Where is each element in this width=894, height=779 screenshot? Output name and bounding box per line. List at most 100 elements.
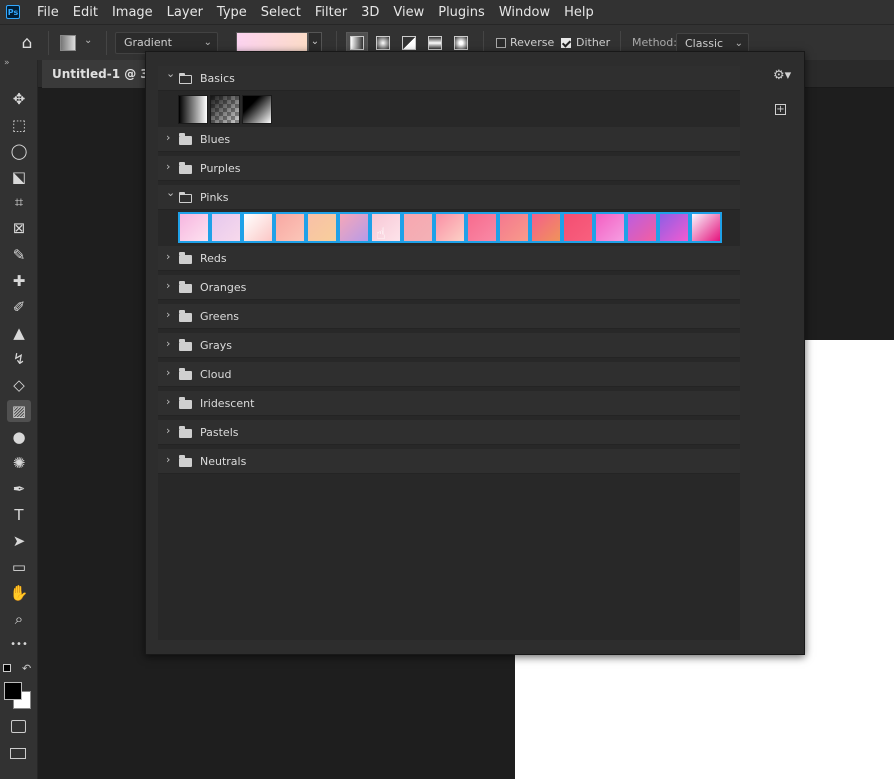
gradient-group-label: Reds — [200, 252, 227, 265]
folder-icon — [179, 426, 192, 438]
gradient-group-cloud[interactable]: › Cloud — [158, 362, 740, 387]
folder-icon — [179, 252, 192, 264]
crop-tool[interactable]: ⌗ — [7, 191, 31, 213]
quick-mask-icon[interactable] — [11, 720, 26, 733]
gradient-swatch[interactable] — [210, 212, 242, 243]
gradient-swatch[interactable] — [242, 212, 274, 243]
gradient-group-pastels[interactable]: › Pastels — [158, 420, 740, 445]
gradient-group-iridescent[interactable]: › Iridescent — [158, 391, 740, 416]
gradient-swatch[interactable] — [242, 95, 272, 124]
gradient-swatch[interactable] — [402, 212, 434, 243]
lasso-tool[interactable]: ◯ — [7, 140, 31, 162]
type-tool[interactable]: T — [7, 504, 31, 526]
screen-mode-icon[interactable] — [10, 748, 26, 759]
folder-icon — [179, 133, 192, 145]
menu-plugins[interactable]: Plugins — [431, 5, 492, 20]
gradient-group-neutrals[interactable]: › Neutrals — [158, 449, 740, 474]
gradient-swatch[interactable] — [178, 212, 210, 243]
chevron-right-icon[interactable]: › — [166, 250, 170, 263]
reverse-checkbox[interactable] — [496, 38, 506, 48]
pen-tool[interactable]: ✒ — [7, 478, 31, 500]
chevron-right-icon[interactable]: › — [166, 424, 170, 437]
gradient-swatch[interactable] — [594, 212, 626, 243]
gradient-group-blues[interactable]: › Blues — [158, 127, 740, 152]
chevron-down-icon[interactable]: ⌄ — [166, 186, 175, 199]
default-colors-icon[interactable] — [3, 664, 11, 672]
menu-items: File Edit Image Layer Type Select Filter 3D View… — [30, 5, 601, 20]
menu-image[interactable]: Image — [105, 5, 160, 20]
gradient-swatch[interactable] — [210, 95, 240, 124]
history-brush-tool[interactable]: ↯ — [7, 348, 31, 370]
dither-checkbox[interactable] — [561, 38, 571, 48]
gradient-swatch[interactable] — [178, 95, 208, 124]
gradient-swatch[interactable] — [306, 212, 338, 243]
more-tools[interactable]: ••• — [7, 634, 31, 656]
hand-tool[interactable]: ✋ — [7, 582, 31, 604]
eraser-tool[interactable]: ◇ — [7, 374, 31, 396]
path-select-tool[interactable]: ➤ — [7, 530, 31, 552]
chevron-right-icon[interactable]: › — [166, 453, 170, 466]
chevron-right-icon[interactable]: › — [166, 337, 170, 350]
menu-view[interactable]: View — [386, 5, 431, 20]
gradient-swatch[interactable] — [562, 212, 594, 243]
gradient-group-purples[interactable]: › Purples — [158, 156, 740, 181]
method-label: Method: — [632, 36, 677, 49]
gradient-group-reds[interactable]: › Reds — [158, 246, 740, 271]
gradient-swatch[interactable] — [338, 212, 370, 243]
brush-tool[interactable]: ✐ — [7, 296, 31, 318]
gradient-swatch[interactable] — [626, 212, 658, 243]
gradient-swatch[interactable] — [370, 212, 402, 243]
gradient-swatch[interactable] — [498, 212, 530, 243]
menu-filter[interactable]: Filter — [308, 5, 354, 20]
reverse-label: Reverse — [510, 36, 555, 49]
gradient-group-grays[interactable]: › Grays — [158, 333, 740, 358]
gradient-group-greens[interactable]: › Greens — [158, 304, 740, 329]
menu-select[interactable]: Select — [254, 5, 308, 20]
move-tool[interactable]: ✥ — [7, 88, 31, 110]
rectangle-tool[interactable]: ▭ — [7, 556, 31, 578]
collapse-panel-icon[interactable]: » — [4, 58, 10, 68]
blur-tool[interactable]: ● — [7, 426, 31, 448]
chevron-right-icon[interactable]: › — [166, 160, 170, 173]
frame-tool[interactable]: ⊠ — [7, 217, 31, 239]
foreground-color-swatch[interactable] — [4, 682, 22, 700]
gradient-swatch[interactable] — [690, 212, 722, 243]
gradient-swatch[interactable] — [274, 212, 306, 243]
gradient-group-oranges[interactable]: › Oranges — [158, 275, 740, 300]
marquee-tool[interactable]: ⬚ — [7, 114, 31, 136]
chevron-right-icon[interactable]: › — [166, 279, 170, 292]
gradient-group-label: Blues — [200, 133, 231, 146]
home-icon[interactable]: ⌂ — [16, 32, 38, 54]
menu-file[interactable]: File — [30, 5, 66, 20]
menu-help[interactable]: Help — [557, 5, 601, 20]
gradient-group-basics[interactable]: ⌄ Basics — [158, 66, 740, 91]
menu-edit[interactable]: Edit — [66, 5, 105, 20]
gradient-swatch[interactable] — [530, 212, 562, 243]
chevron-right-icon[interactable]: › — [166, 395, 170, 408]
gradient-swatch[interactable] — [466, 212, 498, 243]
eyedropper-tool[interactable]: ✎ — [7, 244, 31, 266]
swap-colors-icon[interactable]: ↶ — [22, 662, 31, 675]
chevron-right-icon[interactable]: › — [166, 131, 170, 144]
chevron-right-icon[interactable]: › — [166, 308, 170, 321]
menu-3d[interactable]: 3D — [354, 5, 386, 20]
gradient-group-label: Pinks — [200, 191, 229, 204]
tool-preset-picker[interactable]: ⌄ — [58, 32, 98, 54]
gradient-group-pinks[interactable]: ⌄ Pinks — [158, 185, 740, 210]
new-group-icon[interactable]: + — [775, 104, 786, 115]
dodge-tool[interactable]: ✺ — [7, 452, 31, 474]
object-select-tool[interactable]: ⬕ — [7, 166, 31, 188]
menu-type[interactable]: Type — [210, 5, 254, 20]
folder-icon — [179, 455, 192, 467]
stamp-tool[interactable]: ▲ — [7, 322, 31, 344]
gradient-swatch[interactable] — [434, 212, 466, 243]
gradient-swatch[interactable] — [658, 212, 690, 243]
gear-icon[interactable]: ⚙▾ — [773, 68, 791, 83]
gradient-tool[interactable]: ▨ — [7, 400, 31, 422]
healing-tool[interactable]: ✚ — [7, 270, 31, 292]
chevron-right-icon[interactable]: › — [166, 366, 170, 379]
chevron-down-icon[interactable]: ⌄ — [166, 67, 175, 80]
menu-layer[interactable]: Layer — [160, 5, 210, 20]
zoom-tool[interactable]: ⌕ — [7, 608, 31, 630]
menu-window[interactable]: Window — [492, 5, 557, 20]
